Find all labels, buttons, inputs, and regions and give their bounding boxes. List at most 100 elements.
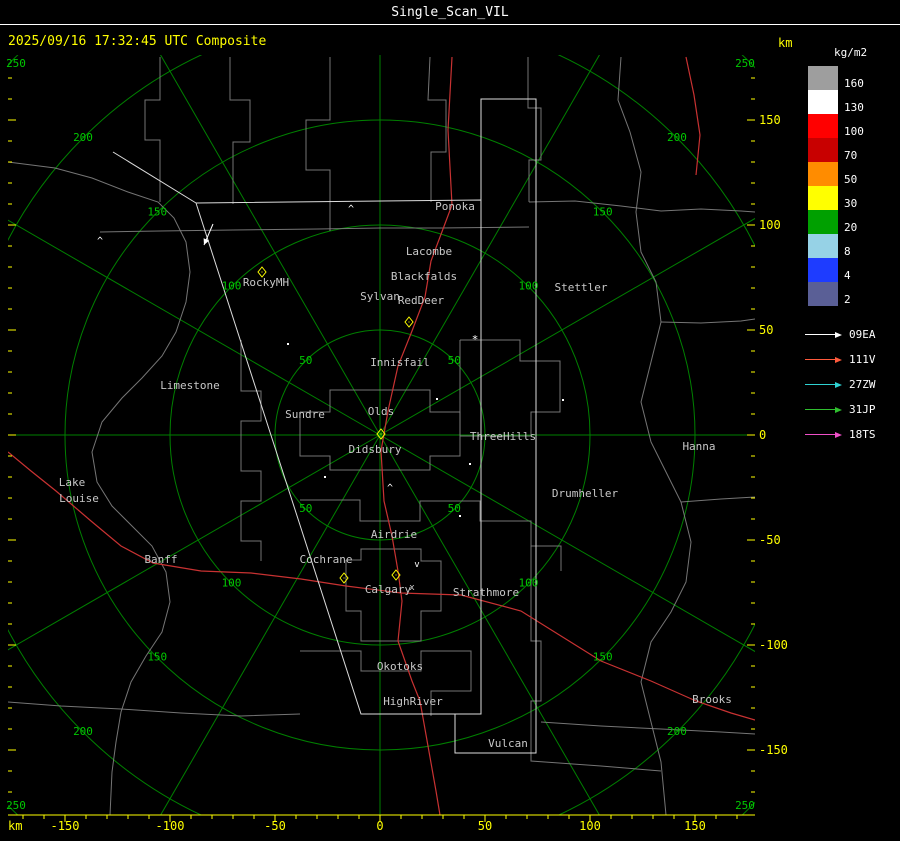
colorbar-swatch [808,162,838,186]
track-arrow-icon [805,406,845,413]
ring-distance-label: 50 [448,502,461,515]
radar-site-dot [408,321,410,323]
city-label: Cochrane [300,553,353,566]
colorbar-swatch [808,234,838,258]
radial-line [8,434,381,651]
county-boundary [680,496,755,503]
city-label: RedDeer [398,294,445,307]
city-label: Hanna [682,440,715,453]
radial-line [160,55,381,436]
city-label: Louise [59,492,99,505]
radar-site-dot [380,433,382,435]
colorbar: 160 130 100 70 50 30 20 8 4 2 [800,66,900,306]
right-axis-label: -150 [759,743,788,757]
ring-distance-label: 200 [73,725,93,738]
county-boundary [8,701,301,717]
colorbar-row: 20 [800,210,900,234]
colorbar-row: 30 [800,186,900,210]
city-label: Lacombe [406,245,452,258]
city-label: Airdrie [371,528,417,541]
storm-asterisk-marker: * [472,333,479,346]
bottom-axis-label: -150 [51,819,80,833]
ring-distance-label: 150 [593,651,613,664]
radar-site-dot [395,574,397,576]
track-legend-row: 111V [800,347,900,372]
city-label: Banff [144,553,177,566]
radar-site-dot [343,577,345,579]
track-id-label: 18TS [849,428,876,441]
colorbar-row: 70 [800,138,900,162]
bottom-axis-label: 100 [579,819,601,833]
bottom-axis-unit-label: km [8,819,22,833]
storm-v-marker: v [414,560,419,570]
colorbar-row: 4 [800,258,900,282]
ring-distance-label: 150 [147,651,167,664]
county-boundary [427,56,447,202]
track-legend-row: 27ZW [800,372,900,397]
city-label: Olds [368,405,395,418]
county-boundary [660,318,755,324]
colorbar-value: 50 [844,173,858,186]
ring-distance-label: 250 [735,799,755,812]
scan-area-outline [454,98,537,754]
colorbar-value: 8 [844,245,851,258]
ring-distance-label: 50 [299,354,312,367]
county-boundary [229,57,251,204]
bottom-axis-label: 50 [478,819,492,833]
scan-area-outline [112,151,197,204]
city-label: Stettler [555,281,608,294]
track-id-label: 111V [849,353,876,366]
colorbar-row: 130 [800,90,900,114]
county-boundary [8,161,191,815]
colorbar-value: 20 [844,221,858,234]
city-label: Innisfail [370,356,430,369]
county-boundary [305,57,331,231]
storm-dot-marker [287,343,289,345]
colorbar-unit-label: kg/m2 [834,46,868,59]
city-label: HighRiver [383,695,443,708]
colorbar-swatch [808,66,838,90]
colorbar-row: 100 [800,114,900,138]
storm-dot-marker [324,476,326,478]
ring-distance-label: 100 [222,576,242,589]
ring-distance-label: 200 [667,725,687,738]
colorbar-value: 70 [844,149,858,162]
colorbar-value: 130 [844,101,864,114]
colorbar-swatch [808,258,838,282]
track-legend: 09EA 111V 27ZW 31JP 18TS [800,322,900,447]
ring-distance-label: 100 [519,280,539,293]
ring-distance-label: 100 [519,576,539,589]
city-label: Lake [59,476,86,489]
track-legend-row: 18TS [800,422,900,447]
track-id-label: 27ZW [849,378,876,391]
colorbar-swatch [808,282,838,306]
track-legend-row: 09EA [800,322,900,347]
colorbar-value: 160 [844,77,864,90]
colorbar-swatch [808,90,838,114]
city-label: ThreeHills [470,430,536,443]
storm-dot-marker [459,515,461,517]
colorbar-value: 4 [844,269,851,282]
city-label: Sundre [285,408,325,421]
ring-distance-label: 250 [6,799,26,812]
city-label: RockyMH [243,276,289,289]
track-id-label: 09EA [849,328,876,341]
colorbar-row: 8 [800,234,900,258]
colorbar-swatch [808,210,838,234]
ring-distance-label: 150 [147,205,167,218]
ring-distance-label: 50 [448,354,461,367]
city-label: Sylvan [360,290,400,303]
city-label: Brooks [692,693,732,706]
storm-caret-marker: ^ [387,483,393,494]
colorbar-row: 160 [800,66,900,90]
colorbar-swatch [808,114,838,138]
radar-map[interactable]: 50 5050 50100 100100 100150 150150 150200 20020… [0,0,900,841]
city-label: Strathmore [453,586,519,599]
radial-line [379,55,600,436]
bottom-axis-label: 0 [376,819,383,833]
radar-site-dot [261,271,263,273]
county-boundary [99,226,530,233]
county-boundary [617,56,692,815]
ring-distance-label: 250 [735,57,755,70]
right-axis-label: 100 [759,218,781,232]
